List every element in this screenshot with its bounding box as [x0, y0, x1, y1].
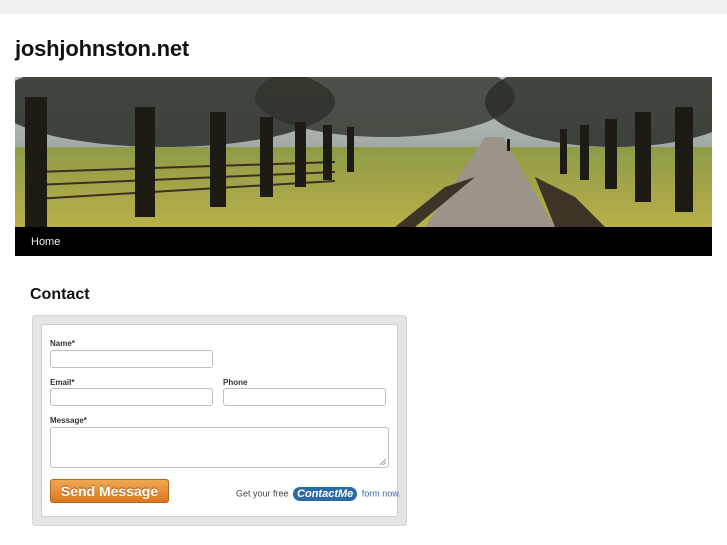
- message-label: Message*: [50, 416, 87, 425]
- send-message-button[interactable]: Send Message: [50, 479, 169, 503]
- page-title: Contact: [30, 286, 90, 303]
- promo-text-after[interactable]: form now.: [362, 488, 401, 498]
- header-image: [15, 77, 712, 227]
- contactme-promo: Get your free ContactMe form now.: [236, 487, 401, 501]
- site-title[interactable]: joshjohnston.net: [15, 36, 189, 62]
- phone-label: Phone: [223, 378, 248, 387]
- contact-form-container: Name* Email* Phone Message* Send Message…: [32, 315, 407, 526]
- name-label: Name*: [50, 339, 75, 348]
- nav-home[interactable]: Home: [31, 236, 60, 248]
- name-field[interactable]: [50, 350, 213, 368]
- email-label: Email*: [50, 378, 75, 387]
- resize-handle-icon[interactable]: [379, 458, 386, 465]
- contactme-logo[interactable]: ContactMe: [293, 487, 358, 501]
- contact-form: Name* Email* Phone Message* Send Message…: [41, 324, 401, 517]
- main-nav: Home: [15, 227, 712, 256]
- email-field[interactable]: [50, 388, 213, 406]
- page: joshjohnston.net Home Contact Name* Emai…: [0, 14, 727, 545]
- promo-text-before: Get your free: [236, 488, 289, 499]
- phone-field[interactable]: [223, 388, 386, 406]
- message-textarea[interactable]: [50, 427, 389, 468]
